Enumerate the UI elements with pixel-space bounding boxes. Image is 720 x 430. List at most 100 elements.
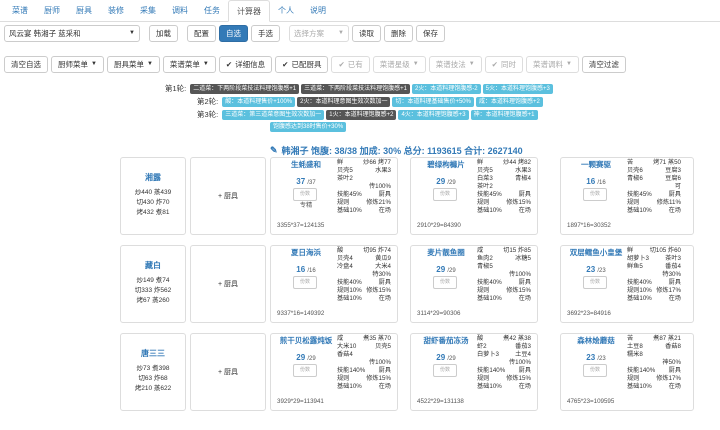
delete-button[interactable]: 删除 — [384, 25, 413, 42]
detail-left: 规则10% — [337, 287, 362, 294]
recipe-score: 9337*16=149392 — [277, 310, 325, 317]
tab-7[interactable]: 计算器 — [228, 0, 270, 22]
tab-8[interactable]: 个人 — [270, 0, 302, 22]
plan-select[interactable]: 选择方案 ▼ — [289, 25, 349, 42]
quantity-stepper[interactable]: 份数 — [433, 276, 457, 289]
detail-left: 基础10% — [477, 383, 502, 390]
recipe-source-filter[interactable]: 菜谱星级 ▼ — [372, 56, 426, 73]
equip-menu-label: 厨具菜单 — [113, 60, 144, 69]
tab-4[interactable]: 采集 — [132, 0, 164, 22]
same-time-toggle[interactable]: ✔ 同时 — [484, 56, 523, 73]
equip-menu-button[interactable]: 厨具菜单 ▼ — [106, 56, 160, 73]
detail-right: 在场 — [668, 295, 681, 302]
detail-left: 贝壳4 — [337, 255, 353, 262]
chef-card[interactable]: 藏白 炒149 煮74 切333 炸562 烤67 蒸260 — [120, 245, 186, 323]
tab-9[interactable]: 说明 — [302, 0, 334, 22]
recipe-card[interactable]: 甜虾番茄冻汤 29 /29 份数 4522*29=131138 酸煮42 蒸38 虾2 番茄… — [410, 333, 538, 411]
rule-select[interactable]: 风云宴 韩湘子 蓝采和 ▼ — [4, 25, 140, 42]
recipe-card[interactable]: 双层鳕鱼小皇堡 23 /23 份数 3692*23=84916 鲜切105 炸60 胡萝卜… — [560, 245, 694, 323]
recipe-card[interactable]: 森林烩蘑菇 23 /23 份数 4765*23=109595 苦煮87 蒸21 土豆8 香菇… — [560, 333, 694, 411]
quantity-stepper[interactable]: 份数 — [293, 276, 317, 289]
condiment-filter[interactable]: 菜谱调料 ▼ — [525, 56, 579, 73]
detail-row: 技能45% 厨具 — [477, 191, 531, 199]
round-label: 第3轮: — [197, 110, 219, 119]
recipe-name[interactable]: 碧绿枸櫞片 — [417, 161, 475, 169]
quantity-stepper[interactable]: 份数 — [583, 276, 607, 289]
equip-slot[interactable]: + 厨具 — [190, 333, 266, 411]
recipe-name[interactable]: 一颗赛驱 — [567, 161, 625, 169]
detail-row: 茶叶2 — [337, 175, 391, 183]
detail-row: 糯米8 — [627, 351, 681, 359]
read-button[interactable]: 读取 — [352, 25, 381, 42]
quantity-stepper[interactable]: 份数 — [293, 188, 317, 201]
save-button[interactable]: 保存 — [416, 25, 445, 42]
detail-right: 厨具 — [668, 279, 681, 286]
tab-2[interactable]: 厨具 — [68, 0, 100, 22]
recipe-name[interactable]: 甜虾番茄冻汤 — [417, 337, 475, 345]
have-toggle[interactable]: ✔ 已有 — [331, 56, 370, 73]
tab-3[interactable]: 装修 — [100, 0, 132, 22]
detail-left: 白萝卜3 — [477, 351, 500, 358]
detail-right: 切105 炸60 — [649, 247, 681, 254]
quantity-stepper[interactable]: 份数 — [583, 364, 607, 377]
detail-left: 贝壳5 — [337, 167, 353, 174]
detail-left: 规则 — [477, 199, 490, 206]
recipe-card[interactable]: 一颗赛驱 16 /16 份数 1897*16=30352 苦烤71 蒸50 贝壳6 豆腐3 青… — [560, 157, 694, 235]
detail-row: 鲜 切105 炸60 — [627, 247, 681, 255]
detail-toggle[interactable]: ✔ 详细信息 — [218, 56, 273, 73]
detail-row: 鲜 炒44 烤82 — [477, 159, 531, 167]
detail-left: 技能45% — [337, 191, 362, 198]
recipe-details: 鲜 切105 炸60 胡萝卜3 茶叶3 鲜鱼5 番茄4 特30% 技能40% 厨具 规则10% 修炼… — [627, 247, 681, 303]
equipped-toggle[interactable]: ✔ 已配厨具 — [275, 56, 329, 73]
quantity-stepper[interactable]: 份数 — [433, 188, 457, 201]
recipe-name[interactable]: 双层鳕鱼小皇堡 — [567, 249, 625, 257]
chef-card[interactable]: 唐三三 炒73 煮398 切63 炸68 烤210 蒸622 — [120, 333, 186, 411]
recipe-card[interactable]: 生蚝盛和 37 /37 份数 专精 3355*37=124135 鲜炒66 烤77 贝壳5 水… — [270, 157, 398, 235]
detail-row: 技能40% 厨具 — [627, 279, 681, 287]
config-button[interactable]: 配置 — [187, 25, 216, 42]
chevron-down-icon: ▼ — [129, 30, 135, 36]
quantity-stepper[interactable]: 份数 — [583, 188, 607, 201]
equip-slot[interactable]: + 厨具 — [190, 245, 266, 323]
quantity-max: /29 — [447, 356, 456, 362]
plan-select-placeholder: 选择方案 — [294, 29, 324, 38]
detail-right: 特30% — [372, 271, 391, 278]
recipe-name[interactable]: 生蚝盛和 — [277, 161, 335, 169]
detail-row: 规则 修炼15% — [477, 375, 531, 383]
tab-6[interactable]: 任务 — [196, 0, 228, 22]
recipe-name[interactable]: 煎干贝松露炖饭 — [277, 337, 335, 345]
quantity-stepper[interactable]: 份数 — [433, 364, 457, 377]
recipe-menu-button[interactable]: 菜谱菜单 ▼ — [162, 56, 216, 73]
detail-row: 特30% — [627, 271, 681, 279]
chef-menu-button[interactable]: 厨师菜单 ▼ — [51, 56, 104, 73]
tab-5[interactable]: 调料 — [164, 0, 196, 22]
tab-1[interactable]: 厨师 — [36, 0, 68, 22]
recipe-card[interactable]: 碧绿枸櫞片 29 /29 份数 2910*29=84390 鲜炒44 烤82 贝壳5 水果3… — [410, 157, 538, 235]
auto-select-button[interactable]: 自选 — [219, 25, 248, 42]
equip-slot[interactable]: + 厨具 — [190, 157, 266, 235]
recipe-skill-filter[interactable]: 菜谱技法 ▼ — [428, 56, 482, 73]
recipe-card[interactable]: 麦片靓鱼圈 29 /29 份数 3114*29=90306 咸切15 炸85 鱼肉2 冰糖5… — [410, 245, 538, 323]
chef-name: 藏白 — [145, 261, 161, 270]
recipe-name[interactable]: 夏日海浜 — [277, 249, 335, 257]
detail-left: 技能140% — [337, 367, 366, 374]
load-button[interactable]: 加载 — [149, 25, 178, 42]
recipe-quantity: 23 /23 — [567, 354, 625, 363]
recipe-name[interactable]: 森林烩蘑菇 — [567, 337, 625, 345]
chef-stat: 切63 炸68 — [138, 375, 168, 382]
recipe-card[interactable]: 夏日海浜 16 /16 份数 9337*16=149392 酸切95 炸74 贝壳4 黄瓜9… — [270, 245, 398, 323]
quantity-stepper[interactable]: 份数 — [293, 364, 317, 377]
recipe-card[interactable]: 煎干贝松露炖饭 29 /29 份数 3929*29=113941 咸煮35 蒸70 大米1… — [270, 333, 398, 411]
tab-0[interactable]: 菜谱 — [4, 0, 36, 22]
chef-card[interactable]: 湘露 炒440 蒸439 切430 炸70 烤432 煮81 — [120, 157, 186, 235]
clear-filter-button[interactable]: 清空过滤 — [581, 56, 626, 73]
quantity-max: /23 — [597, 356, 606, 362]
detail-right: 在场 — [378, 383, 391, 390]
detail-left: 糯米8 — [627, 351, 643, 358]
recipe-name[interactable]: 麦片靓鱼圈 — [417, 249, 475, 257]
recipe-source-label: 菜谱星级 — [379, 60, 410, 69]
detail-left: 青椒5 — [477, 263, 493, 270]
clear-auto-button[interactable]: 清空自选 — [4, 56, 48, 73]
detail-row: 酸 切95 炸74 — [337, 247, 391, 255]
manual-select-button[interactable]: 手选 — [251, 25, 280, 42]
